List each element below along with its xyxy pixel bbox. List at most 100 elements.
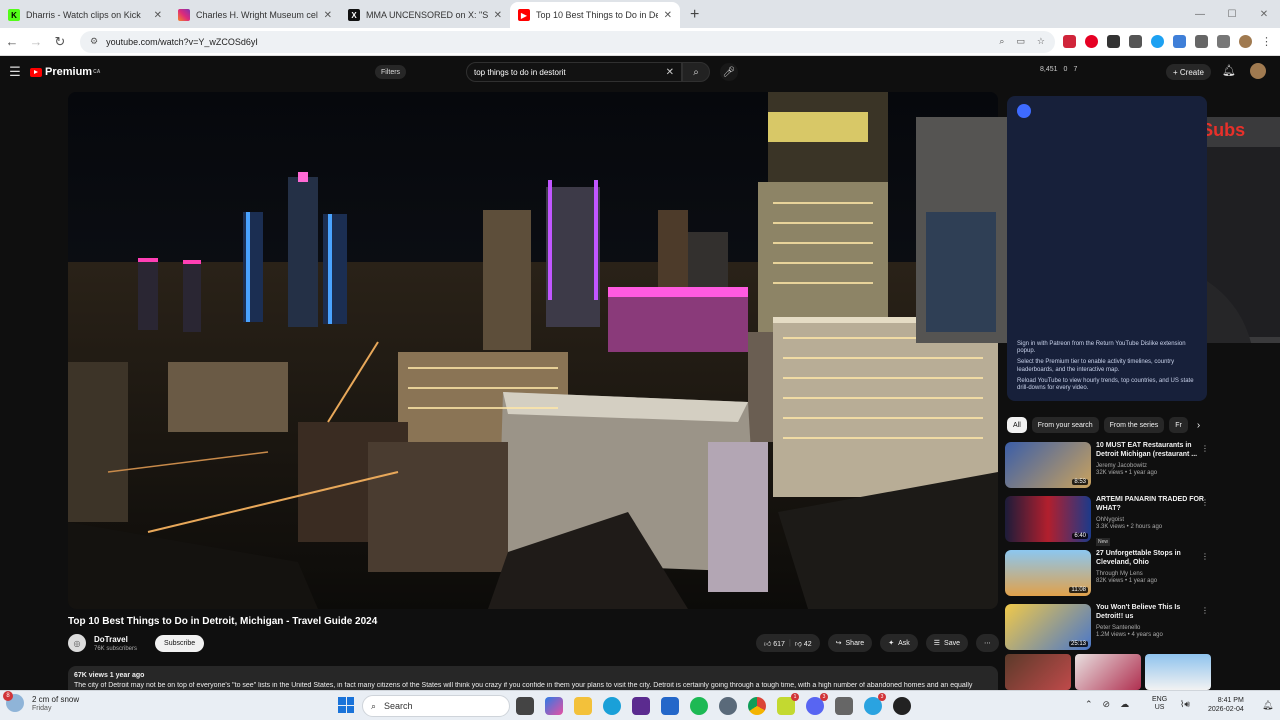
create-button[interactable]: + Create (1166, 64, 1211, 80)
close-tab-icon[interactable]: ✕ (664, 10, 672, 21)
list-item[interactable]: 11:08 27 Unforgettable Stops in Clevelan… (1005, 550, 1215, 596)
extensions-puzzle-icon[interactable] (1195, 35, 1208, 48)
zoom-icon[interactable]: ⌕ (999, 36, 1004, 47)
discord-icon[interactable]: 3 (806, 693, 828, 715)
tray-app-icon[interactable]: ⊘ (1103, 699, 1111, 710)
channel-name[interactable]: DoTravel (94, 635, 137, 644)
next-app-icon[interactable] (632, 697, 650, 715)
ask-button[interactable]: ✦ Ask (880, 634, 918, 652)
like-button[interactable]: 👍︎ 617 (764, 639, 785, 648)
channel-avatar[interactable]: ◎ (68, 634, 86, 652)
share-button[interactable]: ↪ Share (827, 634, 873, 652)
language-indicator[interactable]: ENG US (1152, 696, 1167, 713)
clear-search-icon[interactable]: ✕ (666, 67, 674, 78)
back-icon[interactable]: ← (0, 34, 24, 49)
reading-list-icon[interactable] (1217, 35, 1230, 48)
close-tab-icon[interactable]: ✕ (154, 10, 162, 21)
clock[interactable]: 8:41 PM 2026-02-04 (1208, 696, 1244, 714)
close-window-icon[interactable]: ✕ (1248, 9, 1280, 20)
rec-channel[interactable]: OhNygoist (1096, 517, 1204, 523)
extension-red-icon[interactable] (1063, 35, 1076, 48)
rec-title[interactable]: You Won't Believe This Is Detroit!! us (1096, 604, 1204, 622)
more-actions-button[interactable]: ⋯ (976, 634, 999, 652)
voice-search-icon[interactable]: 🎤︎ (720, 63, 738, 81)
app-green-yellow-icon[interactable]: 1 (777, 693, 799, 715)
edge-icon[interactable] (603, 697, 621, 715)
chip-more[interactable]: Fr (1169, 417, 1188, 433)
list-item[interactable]: 8:53 10 MUST EAT Restaurants in Detroit … (1005, 442, 1215, 488)
site-info-icon[interactable]: ⚙ (90, 36, 98, 47)
video-player[interactable] (68, 92, 998, 609)
video-thumbnail[interactable]: 8:53 (1005, 442, 1091, 488)
windows-start-icon[interactable] (338, 697, 354, 713)
settings-gear-icon[interactable] (719, 697, 737, 715)
copilot-icon[interactable] (545, 697, 563, 715)
video-thumbnail[interactable] (1145, 654, 1211, 690)
forward-icon[interactable]: → (24, 34, 48, 49)
video-thumbnail[interactable] (1075, 654, 1141, 690)
video-thumbnail[interactable]: 25:13 (1005, 604, 1091, 650)
reload-icon[interactable]: ↻ (48, 34, 72, 50)
spotify-icon[interactable] (690, 697, 708, 715)
close-tab-icon[interactable]: ✕ (324, 10, 332, 21)
file-explorer-icon[interactable] (574, 697, 592, 715)
rec-title[interactable]: 10 MUST EAT Restaurants in Detroit Michi… (1096, 442, 1204, 460)
youtube-logo[interactable]: Premium CA (30, 66, 100, 78)
telegram-icon[interactable]: 3 (864, 693, 886, 715)
more-options-icon[interactable]: ⋮ (1201, 552, 1209, 561)
chip-from-search[interactable]: From your search (1031, 417, 1099, 433)
save-button[interactable]: ☰ Save (925, 634, 968, 652)
more-options-icon[interactable]: ⋮ (1201, 606, 1209, 615)
rec-channel[interactable]: Peter Santenello (1096, 625, 1204, 631)
network-icon[interactable]: ⌇🔊︎ (1180, 699, 1190, 710)
extension-pinterest-icon[interactable] (1085, 35, 1098, 48)
obs-icon[interactable] (893, 697, 911, 715)
monitor-app-icon[interactable] (661, 697, 679, 715)
more-options-icon[interactable]: ⋮ (1201, 444, 1209, 453)
task-view-icon[interactable] (516, 697, 534, 715)
bookmark-star-icon[interactable]: ☆ (1037, 36, 1045, 47)
hamburger-menu-icon[interactable]: ☰ (0, 64, 30, 80)
search-input[interactable]: top things to do in destorit ✕ (466, 62, 682, 82)
url-input[interactable]: ⚙ youtube.com/watch?v=Y_wZCOSd6yI ⌕ ▭ ☆ (80, 30, 1055, 53)
tray-cloud-icon[interactable]: ☁ (1120, 699, 1129, 710)
calculator-icon[interactable] (835, 697, 853, 715)
extension-dark-icon[interactable] (1107, 35, 1120, 48)
chevron-right-icon[interactable]: › (1197, 420, 1200, 431)
tray-chevron-up-icon[interactable]: ⌃ (1085, 699, 1093, 710)
rec-channel[interactable]: Jeremy Jacobowitz (1096, 463, 1204, 469)
rec-title[interactable]: ARTEMI PANARIN TRADED FOR WHAT? (1096, 496, 1204, 514)
description-box[interactable]: 67K views 1 year ago The city of Detroit… (68, 666, 998, 690)
tab-mma[interactable]: X MMA UNCENSORED on X: "Shi ✕ (340, 2, 510, 28)
more-options-icon[interactable]: ⋮ (1201, 498, 1209, 507)
search-button[interactable]: ⌕ (682, 62, 710, 82)
weather-widget[interactable]: 8 2 cm of snow Friday (3, 691, 79, 712)
browser-menu-icon[interactable]: ⋮ (1261, 35, 1272, 48)
chip-from-series[interactable]: From the series (1103, 417, 1165, 433)
video-thumbnail[interactable]: 11:08 (1005, 550, 1091, 596)
cast-icon[interactable]: ▭ (1016, 36, 1025, 47)
close-tab-icon[interactable]: ✕ (494, 10, 502, 21)
chrome-icon[interactable] (748, 697, 766, 715)
subscribe-button[interactable]: Subscribe (155, 634, 205, 652)
list-item[interactable]: 6:40 ARTEMI PANARIN TRADED FOR WHAT? OhN… (1005, 496, 1215, 546)
notifications-bell-icon[interactable]: 🔔︎ (1222, 64, 1236, 77)
extension-grid-icon[interactable] (1129, 35, 1142, 48)
dislike-button[interactable]: 👎︎ 42 (795, 639, 812, 648)
extension-wave-icon[interactable] (1173, 35, 1186, 48)
video-thumbnail[interactable]: 6:40 (1005, 496, 1091, 542)
notification-center-icon[interactable]: 🔔︎ (1262, 700, 1273, 711)
maximize-icon[interactable]: ☐ (1216, 9, 1248, 20)
filters-button[interactable]: Filters (375, 65, 407, 79)
tab-museum[interactable]: Charles H. Wright Museum cele ✕ (170, 2, 340, 28)
list-item[interactable]: 25:13 You Won't Believe This Is Detroit!… (1005, 604, 1215, 650)
profile-avatar-icon[interactable] (1239, 35, 1252, 48)
tab-kick[interactable]: K Dharris - Watch clips on Kick ✕ (0, 2, 170, 28)
extension-blue-icon[interactable] (1151, 35, 1164, 48)
minimize-icon[interactable]: — (1184, 9, 1216, 20)
video-thumbnail[interactable] (1005, 654, 1071, 690)
new-tab-button[interactable]: + (680, 2, 709, 28)
tab-youtube[interactable]: ▶ Top 10 Best Things to Do in Det ✕ (510, 2, 680, 28)
rec-title[interactable]: 27 Unforgettable Stops in Cleveland, Ohi… (1096, 550, 1204, 568)
chip-all[interactable]: All (1007, 417, 1027, 433)
